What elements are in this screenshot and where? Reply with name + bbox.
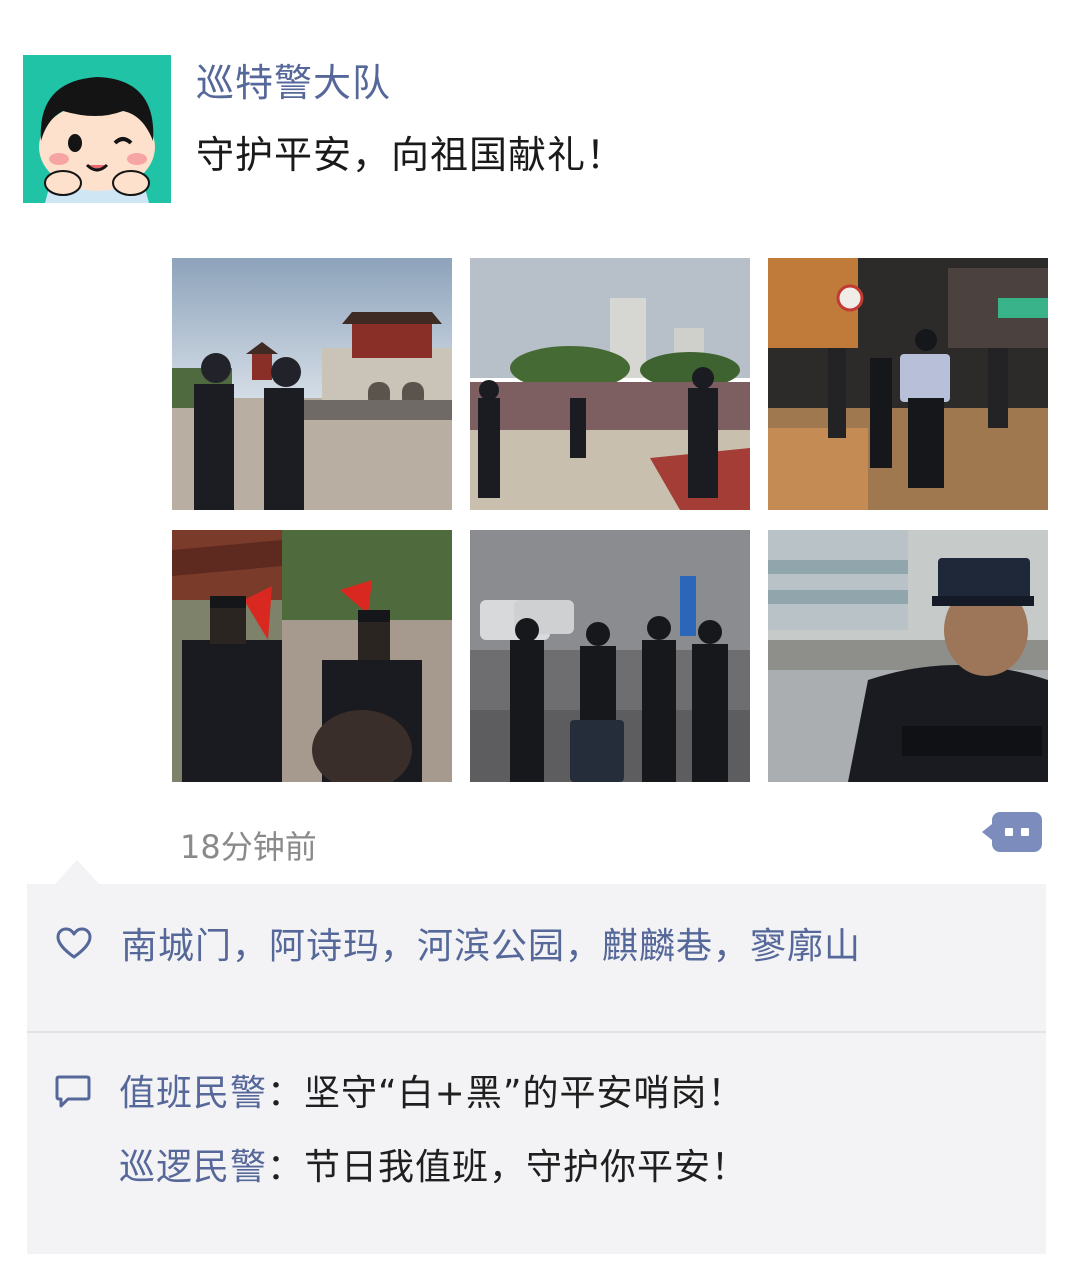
photo-2[interactable] xyxy=(470,258,750,510)
photo-4[interactable] xyxy=(172,530,452,782)
username[interactable]: 巡特警大队 xyxy=(196,52,391,107)
photo-3[interactable] xyxy=(768,258,1048,510)
timestamp: 18分钟前 xyxy=(180,828,317,866)
moments-post: 巡特警大队 守护平安，向祖国献礼！ 18分钟前 南城门，阿诗玛，河滨公园，麒麟巷… xyxy=(0,0,1080,1277)
interaction-panel: 南城门，阿诗玛，河滨公园，麒麟巷，寥廓山 值班民警：坚守“白+黑”的平安哨岗！ … xyxy=(27,884,1046,1254)
photo-6[interactable] xyxy=(768,530,1048,782)
comment-separator: ： xyxy=(267,1147,305,1188)
photo-1[interactable] xyxy=(172,258,452,510)
comment-text: 坚守“白+黑”的平安哨岗！ xyxy=(304,1073,745,1114)
comment-separator: ： xyxy=(267,1073,305,1114)
more-actions-tip xyxy=(982,824,992,840)
comment-item[interactable]: 值班民警：坚守“白+黑”的平安哨岗！ xyxy=(119,1064,745,1116)
comment-author[interactable]: 值班民警 xyxy=(119,1073,267,1114)
panel-arrow xyxy=(55,860,99,884)
post-text: 守护平安，向祖国献礼！ xyxy=(196,133,626,177)
comment-item[interactable]: 巡逻民警：节日我值班，守护你平安！ xyxy=(119,1138,748,1190)
comment-author[interactable]: 巡逻民警 xyxy=(119,1147,267,1188)
more-actions-button[interactable] xyxy=(982,812,1042,852)
heart-icon xyxy=(56,927,92,959)
photo-5[interactable] xyxy=(470,530,750,782)
comment-text: 节日我值班，守护你平安！ xyxy=(304,1147,749,1188)
dot-icon xyxy=(1005,828,1013,836)
dot-icon xyxy=(1021,828,1029,836)
likes-names[interactable]: 南城门，阿诗玛，河滨公园，麒麟巷，寥廓山 xyxy=(121,917,861,969)
comment-icon xyxy=(55,1075,91,1108)
avatar[interactable] xyxy=(23,55,171,203)
likes-row: 南城门，阿诗玛，河滨公园，麒麟巷，寥廓山 xyxy=(55,918,861,968)
divider xyxy=(27,1031,1046,1033)
